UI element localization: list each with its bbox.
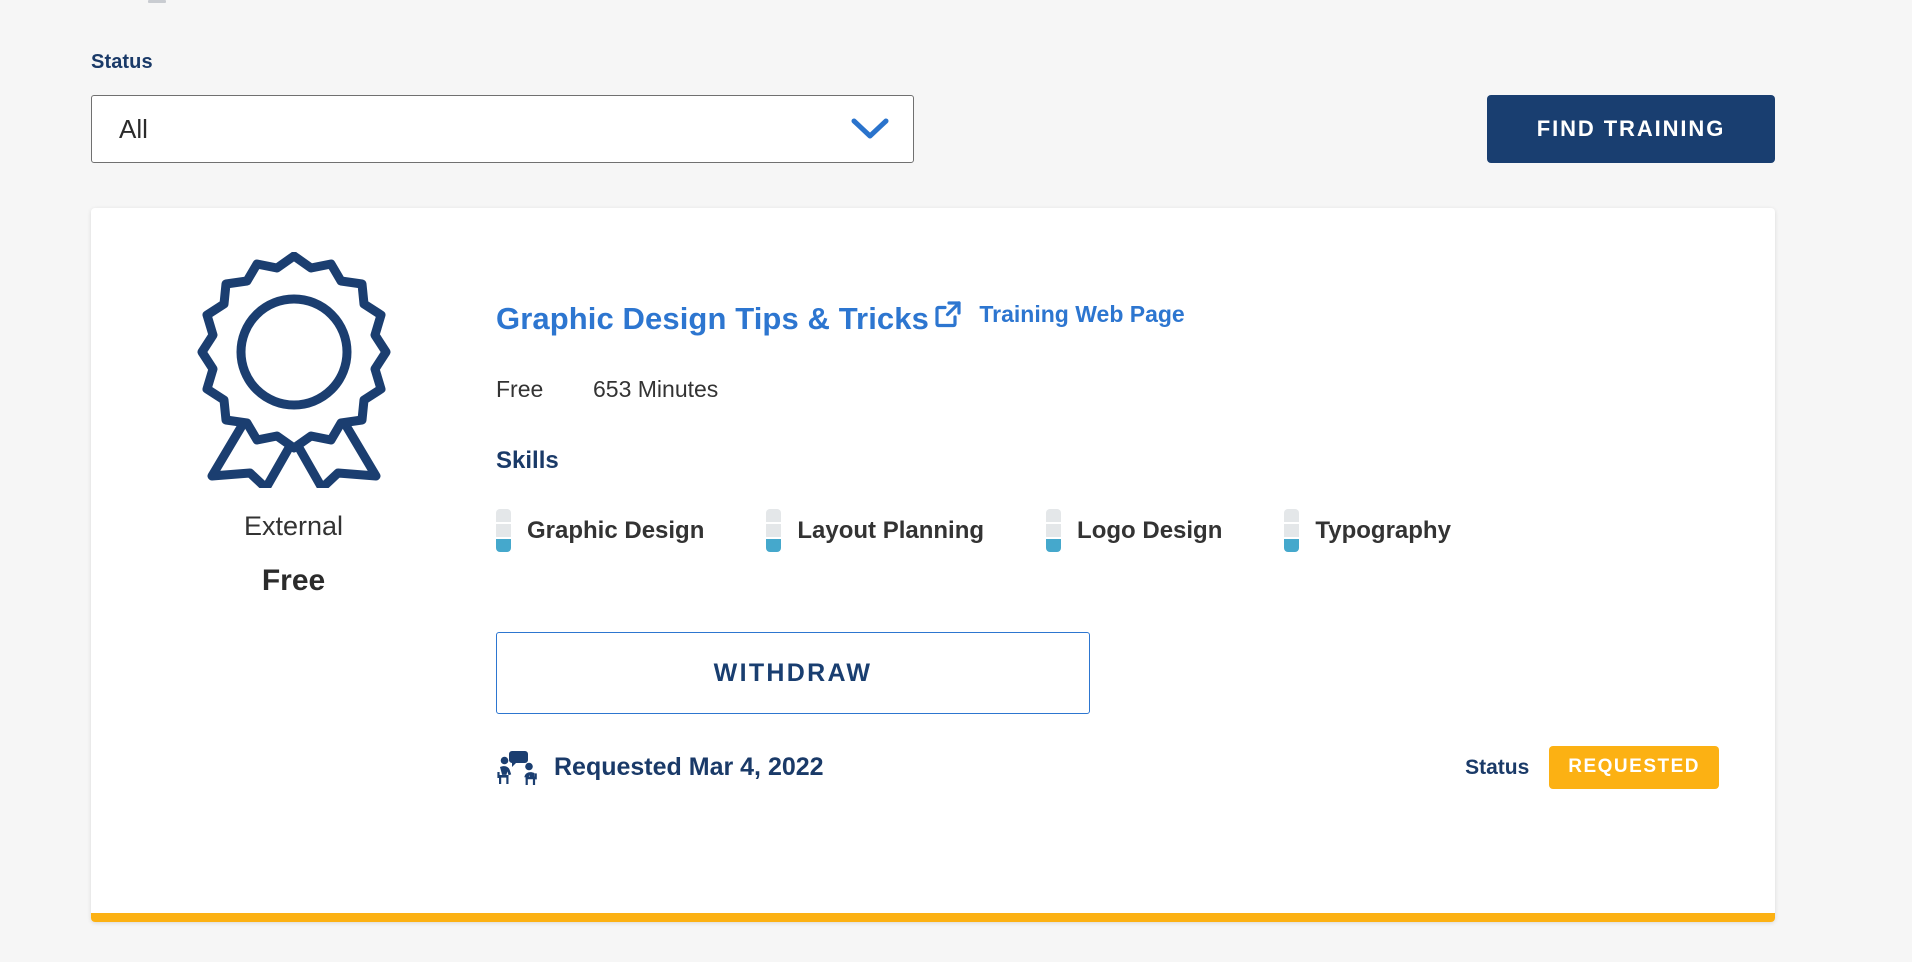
training-meta-duration: 653 Minutes [593,376,718,403]
training-price-label: Free [262,564,325,598]
training-card-left-column: External Free [91,208,496,913]
status-select[interactable]: All [91,95,914,163]
skills-list: Graphic Design Layout Planning [496,509,1719,552]
training-type-label: External [244,510,343,542]
training-card-body: External Free Graphic Design Tips & Tric… [91,208,1775,913]
clipped-element-sliver [148,0,166,3]
status-select-value: All [92,114,847,144]
people-meeting-icon [496,749,538,787]
withdraw-button[interactable]: WITHDRAW [496,632,1090,714]
requested-date-group: Requested Mar 4, 2022 [496,749,824,787]
skill-level-meter-icon [1046,509,1061,552]
course-title-link[interactable]: Graphic Design Tips & Tricks [496,301,929,337]
requested-date-text: Requested Mar 4, 2022 [554,753,824,782]
award-ribbon-icon [194,252,394,488]
skill-name: Typography [1315,517,1451,545]
skill-name: Layout Planning [797,517,984,545]
skill-item: Typography [1284,509,1451,552]
chevron-down-icon [847,106,893,152]
skill-item: Logo Design [1046,509,1222,552]
training-web-page-link[interactable]: Training Web Page [933,299,1184,329]
training-detail-page: Status All FIND TRAINING [0,0,1912,962]
skill-level-meter-icon [496,509,511,552]
skill-item: Layout Planning [766,509,984,552]
find-training-button[interactable]: FIND TRAINING [1487,95,1775,163]
status-filter-label: Status [91,50,1775,74]
status-group: Status REQUESTED [1465,746,1719,789]
external-link-icon [933,299,963,329]
status-filter-row: Status All FIND TRAINING [91,50,1775,165]
card-bottom-accent-bar [91,913,1775,922]
skill-level-meter-icon [766,509,781,552]
training-web-page-label: Training Web Page [979,301,1184,328]
skills-heading: Skills [496,447,1719,475]
skill-name: Logo Design [1077,517,1222,545]
training-card-main-column: Graphic Design Tips & Tricks Training We… [496,208,1775,913]
training-meta-row: Free 653 Minutes [496,376,1719,403]
training-meta-price: Free [496,376,593,403]
status-label: Status [1465,755,1529,780]
skill-name: Graphic Design [527,517,704,545]
status-badge: REQUESTED [1549,746,1719,789]
training-card: External Free Graphic Design Tips & Tric… [91,208,1775,922]
training-card-footer: Requested Mar 4, 2022 Status REQUESTED [496,746,1719,825]
skill-level-meter-icon [1284,509,1299,552]
skill-item: Graphic Design [496,509,704,552]
